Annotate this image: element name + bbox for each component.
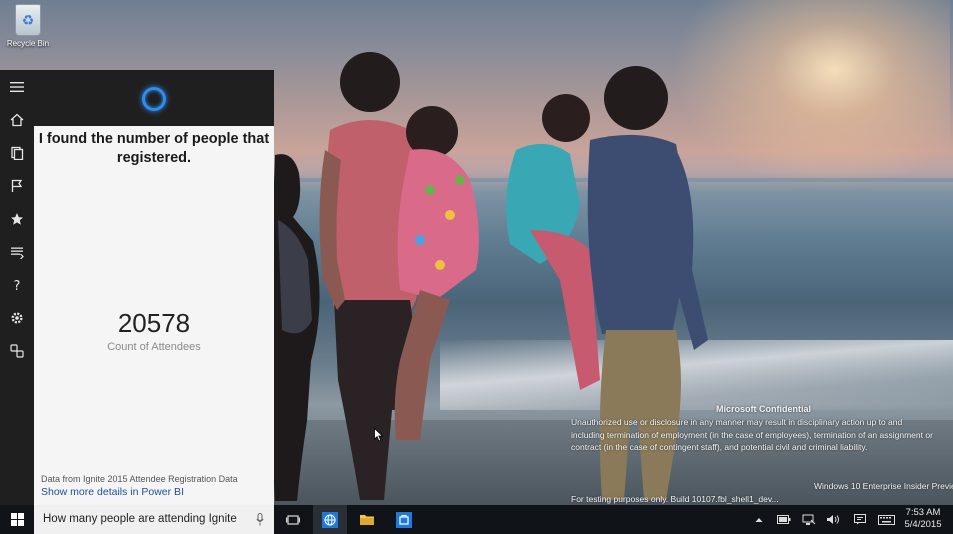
- edition-watermark: Windows 10 Enterprise Insider Preview: [814, 481, 953, 491]
- notification-icon: [854, 514, 866, 525]
- home-button[interactable]: [0, 103, 34, 136]
- touch-keyboard-button[interactable]: [875, 505, 897, 534]
- notice-line: including termination of employment (in …: [571, 429, 933, 440]
- recycle-bin-label: Recycle Bin: [6, 39, 50, 48]
- reminders-button[interactable]: [0, 169, 34, 202]
- notice-line: contract (in the case of contingent staf…: [571, 442, 868, 452]
- power-bi-link[interactable]: Show more details in Power BI: [41, 486, 184, 498]
- feedback-icon: [10, 343, 24, 358]
- home-icon: [10, 113, 24, 126]
- taskbar: How many people are attending Ignite 7:5…: [0, 505, 953, 534]
- cortana-header: [34, 70, 274, 126]
- news-icon: [11, 247, 24, 259]
- network-tray-button[interactable]: [799, 505, 819, 534]
- windows-logo-icon: [10, 513, 24, 526]
- star-icon: [11, 212, 23, 225]
- clock-time: 7:53 AM: [905, 507, 941, 518]
- confidential-title: Microsoft Confidential: [716, 404, 811, 414]
- notebook-icon: [11, 146, 24, 160]
- recycle-bin-icon: ♻: [15, 4, 41, 36]
- settings-icon: [11, 311, 23, 324]
- volume-tray-button[interactable]: [824, 505, 842, 534]
- cortana-search-box[interactable]: How many people are attending Ignite: [34, 505, 274, 534]
- recycle-bin[interactable]: ♻ Recycle Bin: [2, 2, 54, 54]
- mouse-pointer-icon: [374, 428, 384, 442]
- search-query-text: How many people are attending Ignite: [43, 513, 237, 525]
- feedback-button[interactable]: [0, 334, 34, 367]
- hamburger-icon: [10, 81, 24, 92]
- action-center-button[interactable]: [851, 505, 869, 534]
- help-button[interactable]: ?: [0, 268, 34, 301]
- file-explorer-button[interactable]: [350, 505, 384, 534]
- notebook-button[interactable]: [0, 136, 34, 169]
- taskbar-clock[interactable]: 7:53 AM 5/4/2015: [899, 507, 947, 531]
- cortana-answer-card: I found the number of people that regist…: [34, 126, 274, 505]
- favorites-button[interactable]: [0, 202, 34, 235]
- notice-line: Unauthorized use or disclosure in any ma…: [571, 417, 903, 427]
- chevron-up-icon: [755, 517, 763, 522]
- data-source-note: Data from Ignite 2015 Attendee Registrat…: [41, 474, 238, 484]
- browser-taskbar-button[interactable]: [313, 505, 347, 534]
- help-icon: ?: [14, 279, 21, 292]
- confidential-notice: Unauthorized use or disclosure in any ma…: [571, 416, 933, 454]
- start-button[interactable]: [0, 505, 34, 534]
- settings-button[interactable]: [0, 301, 34, 334]
- flag-icon: [11, 179, 23, 192]
- cortana-response: I found the number of people that regist…: [38, 131, 270, 166]
- clock-date: 5/4/2015: [904, 519, 942, 530]
- hamburger-menu-button[interactable]: [0, 70, 34, 103]
- cortana-sidebar: ?: [0, 70, 34, 505]
- svg-text:?: ?: [14, 279, 21, 292]
- task-view-button[interactable]: [276, 505, 310, 534]
- build-watermark: For testing purposes only. Build 10107.f…: [571, 494, 779, 504]
- network-icon: [802, 514, 816, 525]
- microphone-icon[interactable]: [256, 513, 264, 526]
- store-icon: [396, 511, 412, 528]
- task-view-icon: [286, 514, 300, 525]
- attendee-count-label: Count of Attendees: [107, 341, 201, 353]
- keyboard-icon: [877, 514, 895, 525]
- news-button[interactable]: [0, 235, 34, 268]
- store-button[interactable]: [387, 505, 421, 534]
- show-hidden-icons-button[interactable]: [752, 505, 766, 534]
- cortana-logo-icon: [142, 87, 166, 111]
- attendee-count-value[interactable]: 20578: [34, 308, 274, 339]
- battery-tray-button[interactable]: [774, 505, 794, 534]
- battery-icon: [777, 515, 791, 524]
- globe-icon: [322, 511, 338, 528]
- volume-icon: [827, 515, 839, 524]
- folder-icon: [360, 514, 374, 525]
